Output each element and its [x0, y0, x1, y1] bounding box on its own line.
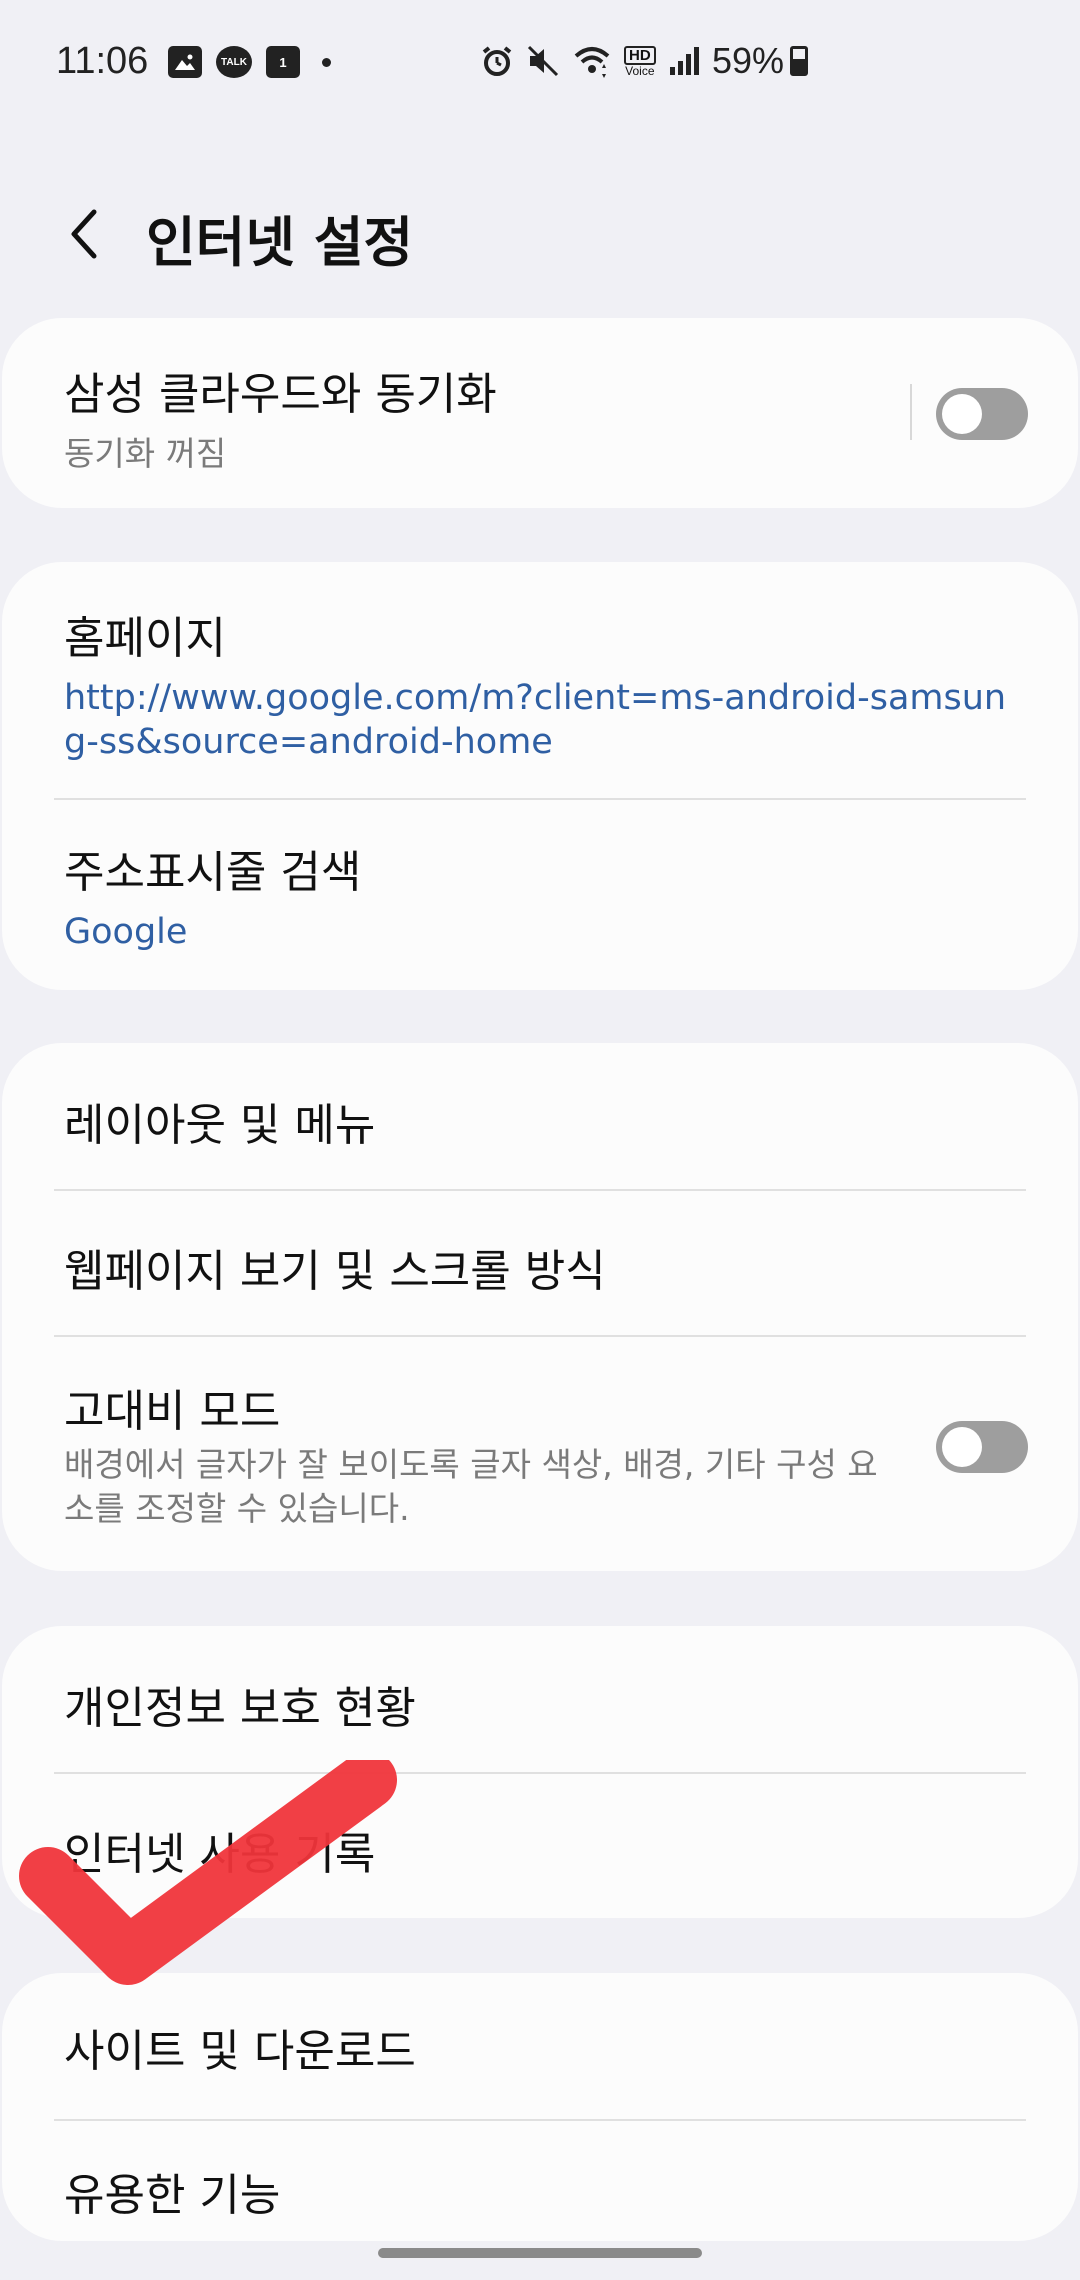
- homepage-row[interactable]: 홈페이지 http://www.google.com/m?client=ms-a…: [2, 562, 1078, 800]
- homepage-title: 홈페이지: [64, 613, 226, 664]
- app-header: 인터넷 설정: [0, 190, 1080, 280]
- internet-history-row[interactable]: 인터넷 사용 기록: [2, 1774, 1078, 1918]
- address-bar-search-title: 주소표시줄 검색: [64, 847, 362, 898]
- hd-label: HD: [624, 45, 656, 65]
- useful-features-title: 유용한 기능: [64, 2170, 281, 2221]
- status-time: 11:06: [56, 40, 149, 82]
- toggle-separator: [910, 384, 912, 440]
- wifi-icon: [574, 47, 610, 78]
- high-contrast-row[interactable]: 고대비 모드 배경에서 글자가 잘 보이도록 글자 색상, 배경, 기타 구성 …: [2, 1337, 1078, 1571]
- privacy-card: 개인정보 보호 현황 인터넷 사용 기록: [2, 1626, 1078, 1918]
- status-bar: 11:06 TALK 1 HD Voice 59%: [0, 0, 1080, 130]
- voice-label: Voice: [625, 63, 655, 78]
- battery-percent: 59%: [712, 40, 785, 81]
- alarm-icon: [482, 46, 512, 76]
- hd-voice-icon: HD Voice: [624, 45, 656, 78]
- gesture-nav-handle[interactable]: [378, 2248, 702, 2258]
- signal-icon: [669, 47, 699, 75]
- battery-icon: [790, 46, 809, 76]
- webpage-view-title: 웹페이지 보기 및 스크롤 방식: [64, 1246, 606, 1297]
- homepage-url: http://www.google.com/m?client=ms-androi…: [64, 678, 1007, 762]
- sync-title: 삼성 클라우드와 동기화: [64, 369, 497, 420]
- layout-menu-title: 레이아웃 및 메뉴: [64, 1100, 376, 1151]
- sync-row[interactable]: 삼성 클라우드와 동기화 동기화 꺼짐: [2, 318, 1078, 508]
- sites-card: 사이트 및 다운로드 유용한 기능: [2, 1973, 1078, 2241]
- sites-downloads-row[interactable]: 사이트 및 다운로드: [2, 1973, 1078, 2121]
- battery-status: 59%: [712, 40, 809, 82]
- display-card: 레이아웃 및 메뉴 웹페이지 보기 및 스크롤 방식 고대비 모드 배경에서 글…: [2, 1043, 1078, 1571]
- gallery-icon: [168, 46, 202, 78]
- more-notifications-dot-icon: [322, 57, 331, 67]
- homepage-card: 홈페이지 http://www.google.com/m?client=ms-a…: [2, 562, 1078, 990]
- address-bar-search-value: Google: [64, 912, 188, 952]
- layout-menu-row[interactable]: 레이아웃 및 메뉴: [2, 1043, 1078, 1191]
- internet-history-title: 인터넷 사용 기록: [64, 1829, 376, 1880]
- page-title: 인터넷 설정: [146, 211, 414, 274]
- high-contrast-title: 고대비 모드: [64, 1386, 281, 1437]
- kakaotalk-icon: TALK: [216, 46, 252, 78]
- address-bar-search-row[interactable]: 주소표시줄 검색 Google: [2, 800, 1078, 990]
- mute-icon: [527, 45, 559, 77]
- high-contrast-toggle[interactable]: [936, 1421, 1028, 1473]
- notification-icons: TALK 1: [168, 46, 331, 78]
- sync-card: 삼성 클라우드와 동기화 동기화 꺼짐: [2, 318, 1078, 508]
- sync-toggle[interactable]: [936, 388, 1028, 440]
- sync-subtitle: 동기화 꺼짐: [64, 434, 227, 473]
- useful-features-row[interactable]: 유용한 기능: [2, 2121, 1078, 2241]
- privacy-title: 개인정보 보호 현황: [64, 1683, 416, 1734]
- privacy-row[interactable]: 개인정보 보호 현황: [2, 1626, 1078, 1774]
- toggle-knob: [942, 1427, 982, 1467]
- webpage-view-row[interactable]: 웹페이지 보기 및 스크롤 방식: [2, 1191, 1078, 1337]
- back-button[interactable]: [54, 202, 114, 266]
- system-status-icons: HD Voice: [480, 44, 700, 78]
- calendar-icon: 1: [266, 46, 300, 78]
- sites-downloads-title: 사이트 및 다운로드: [64, 2026, 416, 2077]
- high-contrast-description: 배경에서 글자가 잘 보이도록 글자 색상, 배경, 기타 구성 요소를 조정할…: [64, 1445, 878, 1528]
- chevron-left-icon: [71, 209, 97, 259]
- toggle-knob: [942, 394, 982, 434]
